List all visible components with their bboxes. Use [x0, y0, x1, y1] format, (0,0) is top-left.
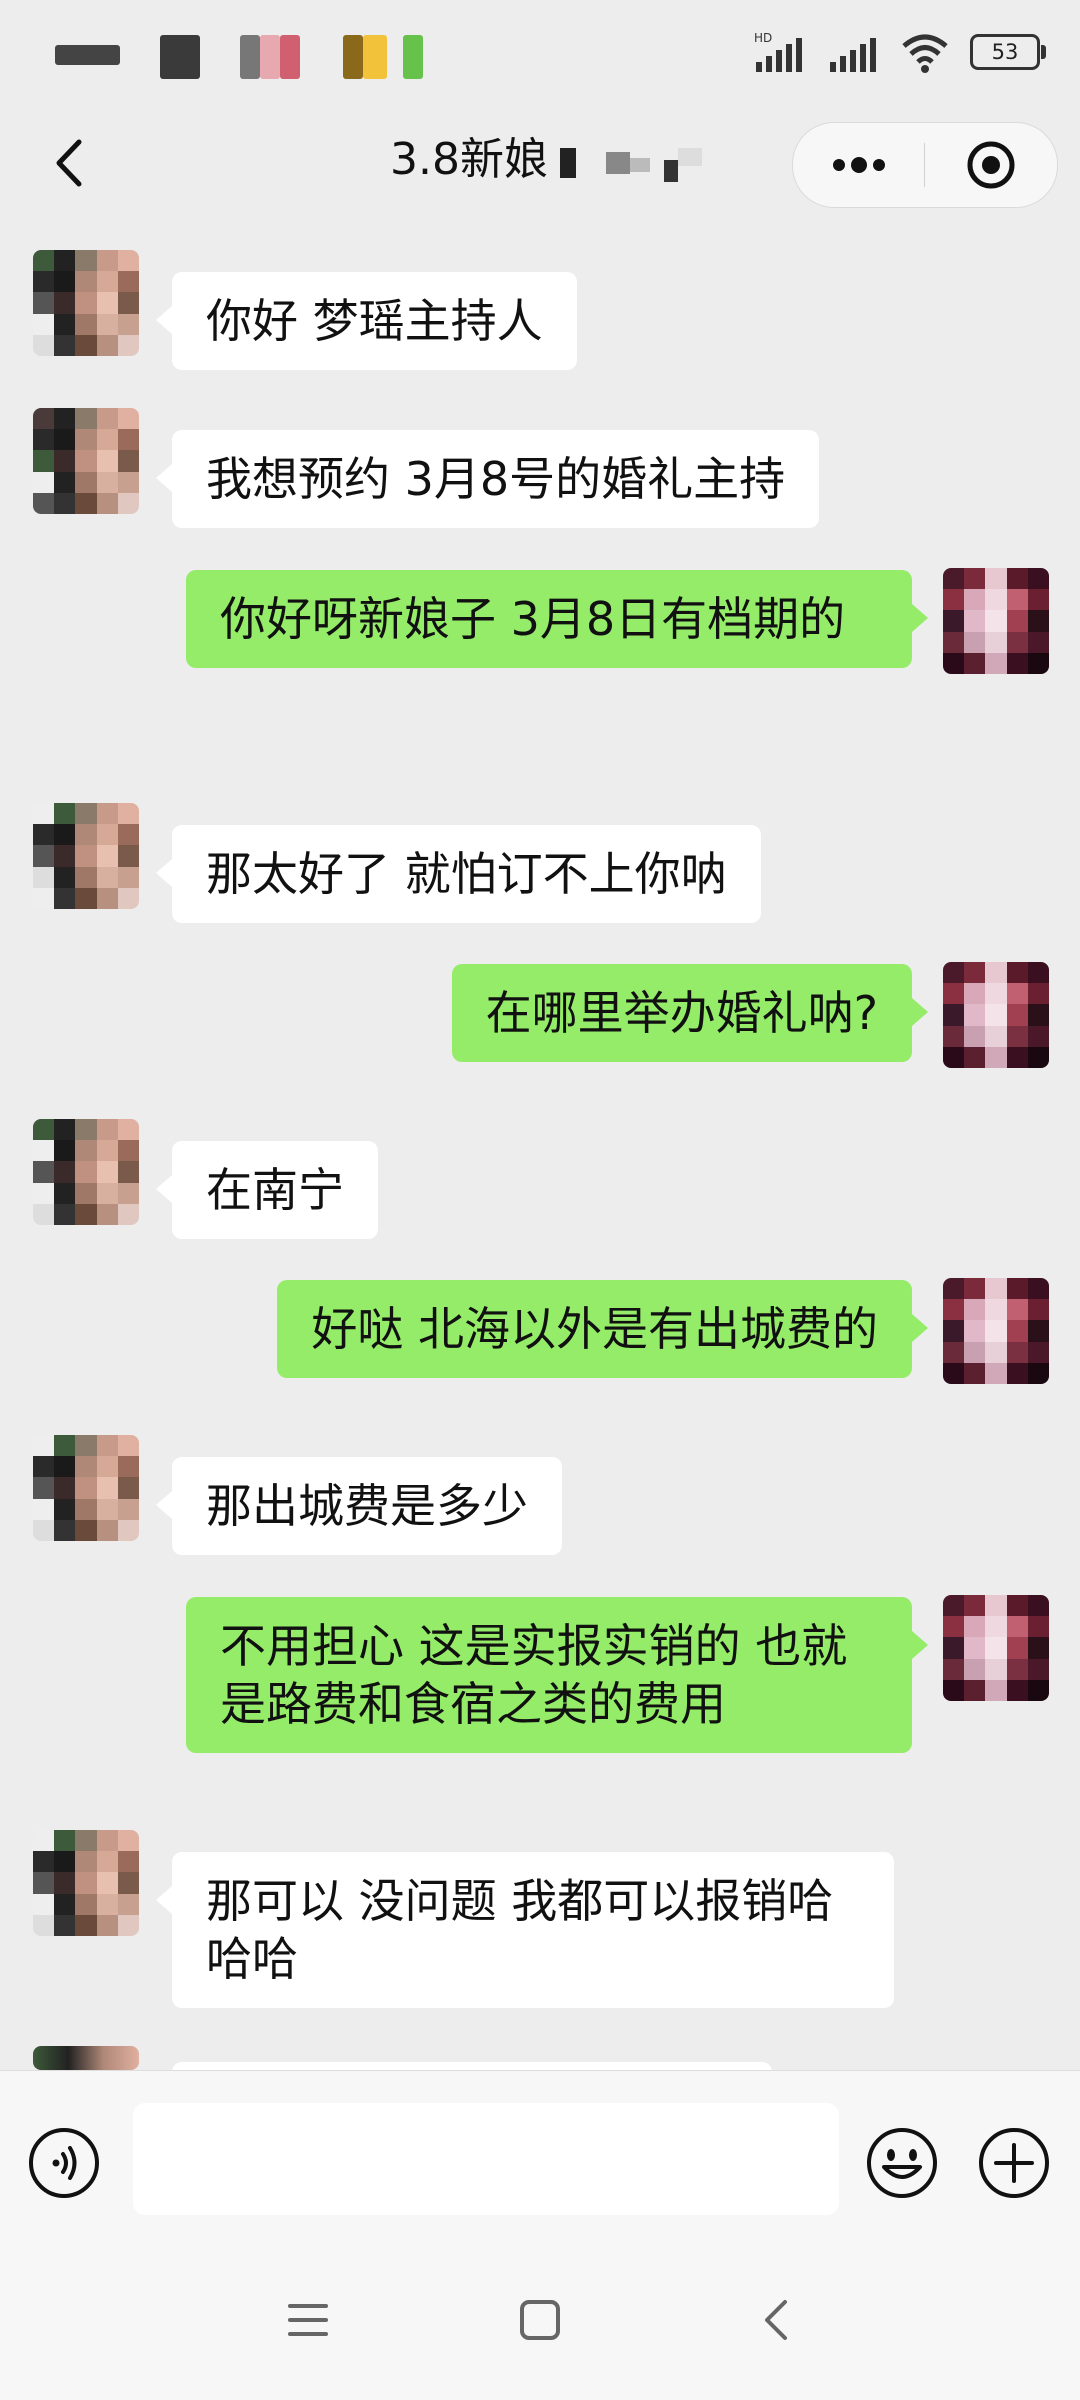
- contact-avatar[interactable]: [33, 2046, 139, 2070]
- close-button[interactable]: [925, 123, 1056, 207]
- system-nav-bar: [0, 2240, 1080, 2400]
- incoming-message[interactable]: 你好 梦瑶主持人: [156, 272, 577, 370]
- outgoing-message[interactable]: 在哪里举办婚礼呐?: [451, 964, 929, 1062]
- more-functions-button[interactable]: [978, 2127, 1050, 2199]
- nav-menu-button[interactable]: [278, 2290, 338, 2350]
- emoji-button[interactable]: [866, 2127, 938, 2199]
- voice-icon: [29, 2128, 99, 2198]
- emoji-icon: [867, 2128, 937, 2198]
- back-button[interactable]: [38, 128, 98, 198]
- outgoing-message[interactable]: 不用担心 这是实报实销的 也就是路费和食宿之类的费用: [186, 1597, 928, 1753]
- signal-icon: [830, 38, 876, 72]
- incoming-message-partial[interactable]: [172, 2062, 772, 2070]
- contact-avatar[interactable]: [33, 1830, 139, 1936]
- target-circle-icon: [967, 141, 1014, 189]
- nav-home-button[interactable]: [510, 2290, 570, 2350]
- battery-indicator: 53: [970, 34, 1046, 70]
- status-bar: HD 53: [0, 0, 1080, 110]
- contact-avatar[interactable]: [33, 408, 139, 514]
- miniprogram-capsule: [792, 122, 1058, 208]
- home-square-icon: [520, 2300, 560, 2340]
- incoming-message[interactable]: 那可以 没问题 我都可以报销哈哈哈: [156, 1852, 894, 2008]
- menu-icon: [288, 2304, 328, 2336]
- svg-text:HD: HD: [754, 31, 772, 45]
- my-avatar[interactable]: [943, 568, 1049, 674]
- battery-level: 53: [991, 40, 1019, 64]
- nav-back-button[interactable]: [745, 2290, 805, 2350]
- contact-avatar[interactable]: [33, 1119, 139, 1225]
- outgoing-message[interactable]: 好哒 北海以外是有出城费的: [277, 1280, 928, 1378]
- my-avatar[interactable]: [943, 962, 1049, 1068]
- contact-avatar[interactable]: [33, 250, 139, 356]
- incoming-message[interactable]: 在南宁: [156, 1141, 378, 1239]
- contact-avatar[interactable]: [33, 803, 139, 909]
- outgoing-message[interactable]: 你好呀新娘子 3月8日有档期的: [186, 570, 928, 668]
- my-avatar[interactable]: [943, 1595, 1049, 1701]
- back-triangle-icon: [765, 2300, 787, 2340]
- more-button[interactable]: [793, 123, 924, 207]
- hd-signal-icon: HD: [754, 31, 802, 72]
- message-list[interactable]: 你好 梦瑶主持人 我想预约 3月8号的婚礼主持 你好呀新娘子 3月8日有档期的 …: [0, 220, 1080, 2070]
- incoming-message[interactable]: 那太好了 就怕订不上你呐: [156, 825, 761, 923]
- message-input[interactable]: [133, 2103, 839, 2215]
- plus-icon: [979, 2128, 1049, 2198]
- incoming-message[interactable]: 那出城费是多少: [156, 1457, 562, 1555]
- contact-avatar[interactable]: [33, 1435, 139, 1541]
- title-mosaic-blur: [560, 148, 702, 182]
- incoming-message[interactable]: 我想预约 3月8号的婚礼主持: [155, 430, 820, 528]
- chat-title: 3.8新娘: [390, 134, 548, 185]
- more-dots-icon: [832, 157, 885, 173]
- voice-button[interactable]: [28, 2127, 100, 2199]
- chevron-left-icon: [56, 139, 82, 187]
- wifi-icon: [902, 34, 948, 73]
- chat-header: 3.8新娘: [0, 110, 1080, 220]
- input-bar: [0, 2070, 1080, 2241]
- my-avatar[interactable]: [943, 1278, 1049, 1384]
- notification-icons-blurred: [55, 35, 435, 85]
